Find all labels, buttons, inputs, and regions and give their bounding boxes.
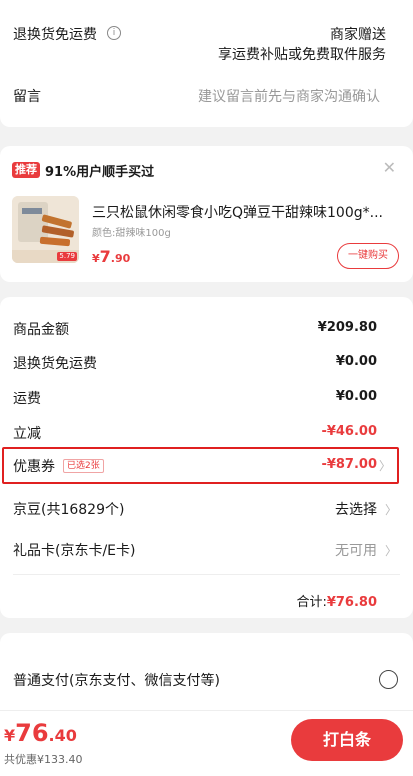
- recommend-headline: 91%用户顺手买过: [45, 165, 155, 180]
- summary-row-label: 商品金额: [13, 322, 69, 338]
- final-price-dec: .40: [48, 726, 77, 745]
- summary-row-value: ¥0.00: [335, 389, 377, 404]
- thumbnail-price: 5.79: [57, 252, 77, 261]
- coupon-row[interactable]: 优惠券 已选2张 -¥87.00 〉: [2, 447, 399, 484]
- return-shipping-label: 退换货免运费: [13, 27, 97, 43]
- buy-now-button[interactable]: 一键购买: [337, 243, 399, 269]
- pay-with-baitiao-button[interactable]: 打白条: [291, 719, 403, 761]
- price-dec: .90: [110, 252, 131, 265]
- price-symbol: ¥: [92, 252, 100, 265]
- return-shipping-detail: 享运费补贴或免费取件服务: [218, 47, 386, 63]
- return-shipping-value: 商家赠送: [330, 27, 386, 43]
- coupon-selected-badge: 已选2张: [63, 459, 104, 473]
- info-icon[interactable]: i: [107, 26, 121, 40]
- payment-radio[interactable]: [379, 670, 398, 689]
- message-label: 留言: [13, 89, 41, 105]
- product-price: ¥7.90: [92, 247, 130, 266]
- chevron-right-icon: 〉: [384, 503, 397, 517]
- final-price-int: 76: [15, 719, 49, 747]
- payment-method-label: 普通支付(京东支付、微信支付等): [13, 673, 220, 689]
- final-price: ¥76.40: [4, 719, 77, 747]
- giftcard-value[interactable]: 无可用: [335, 540, 377, 560]
- summary-row-value: -¥46.00: [321, 424, 377, 439]
- checkout-bar: ¥76.40 共优惠¥133.40 打白条: [0, 710, 413, 776]
- summary-row-value: ¥0.00: [335, 354, 377, 369]
- coupon-label: 优惠券: [13, 459, 55, 475]
- total-row: 合计:¥76.80: [296, 591, 377, 610]
- recommend-badge: 推荐: [12, 162, 40, 178]
- close-icon[interactable]: ✕: [383, 158, 396, 177]
- product-title[interactable]: 三只松鼠休闲零食小吃Q弹豆干甜辣味100g*...: [92, 202, 383, 222]
- giftcard-label: 礼品卡(京东卡/E卡): [13, 543, 136, 559]
- summary-row-label: 立减: [13, 426, 41, 442]
- total-value: ¥76.80: [326, 595, 377, 610]
- price-summary-card: 商品金额 ¥209.80 退换货免运费 ¥0.00 运费 ¥0.00 立减 -¥…: [0, 297, 413, 618]
- summary-row-label: 退换货免运费: [13, 356, 97, 372]
- summary-row-label: 运费: [13, 391, 41, 407]
- chevron-right-icon: 〉: [378, 459, 391, 473]
- jingdou-select[interactable]: 去选择: [335, 499, 377, 519]
- order-info-card: 退换货免运费 i 商家赠送 享运费补贴或免费取件服务 留言 建议留言前先与商家沟…: [0, 0, 413, 127]
- chevron-right-icon: 〉: [384, 544, 397, 558]
- product-variant: 颜色:甜辣味100g: [92, 228, 171, 239]
- product-thumbnail[interactable]: 5.79: [12, 196, 79, 263]
- total-label: 合计:: [296, 595, 327, 610]
- summary-row-value: ¥209.80: [317, 320, 377, 335]
- price-int: 7: [99, 247, 111, 266]
- message-input[interactable]: 建议留言前先与商家沟通确认: [198, 86, 380, 106]
- final-price-symbol: ¥: [4, 726, 16, 745]
- recommend-card: 推荐 91%用户顺手买过 ✕ 5.79 三只松鼠休闲零食小吃Q弹豆干甜辣味100…: [0, 146, 413, 282]
- jingdou-label: 京豆(共16829个): [13, 502, 125, 518]
- total-saving: 共优惠¥133.40: [4, 753, 83, 766]
- divider: [13, 574, 400, 575]
- coupon-value: -¥87.00: [321, 457, 377, 472]
